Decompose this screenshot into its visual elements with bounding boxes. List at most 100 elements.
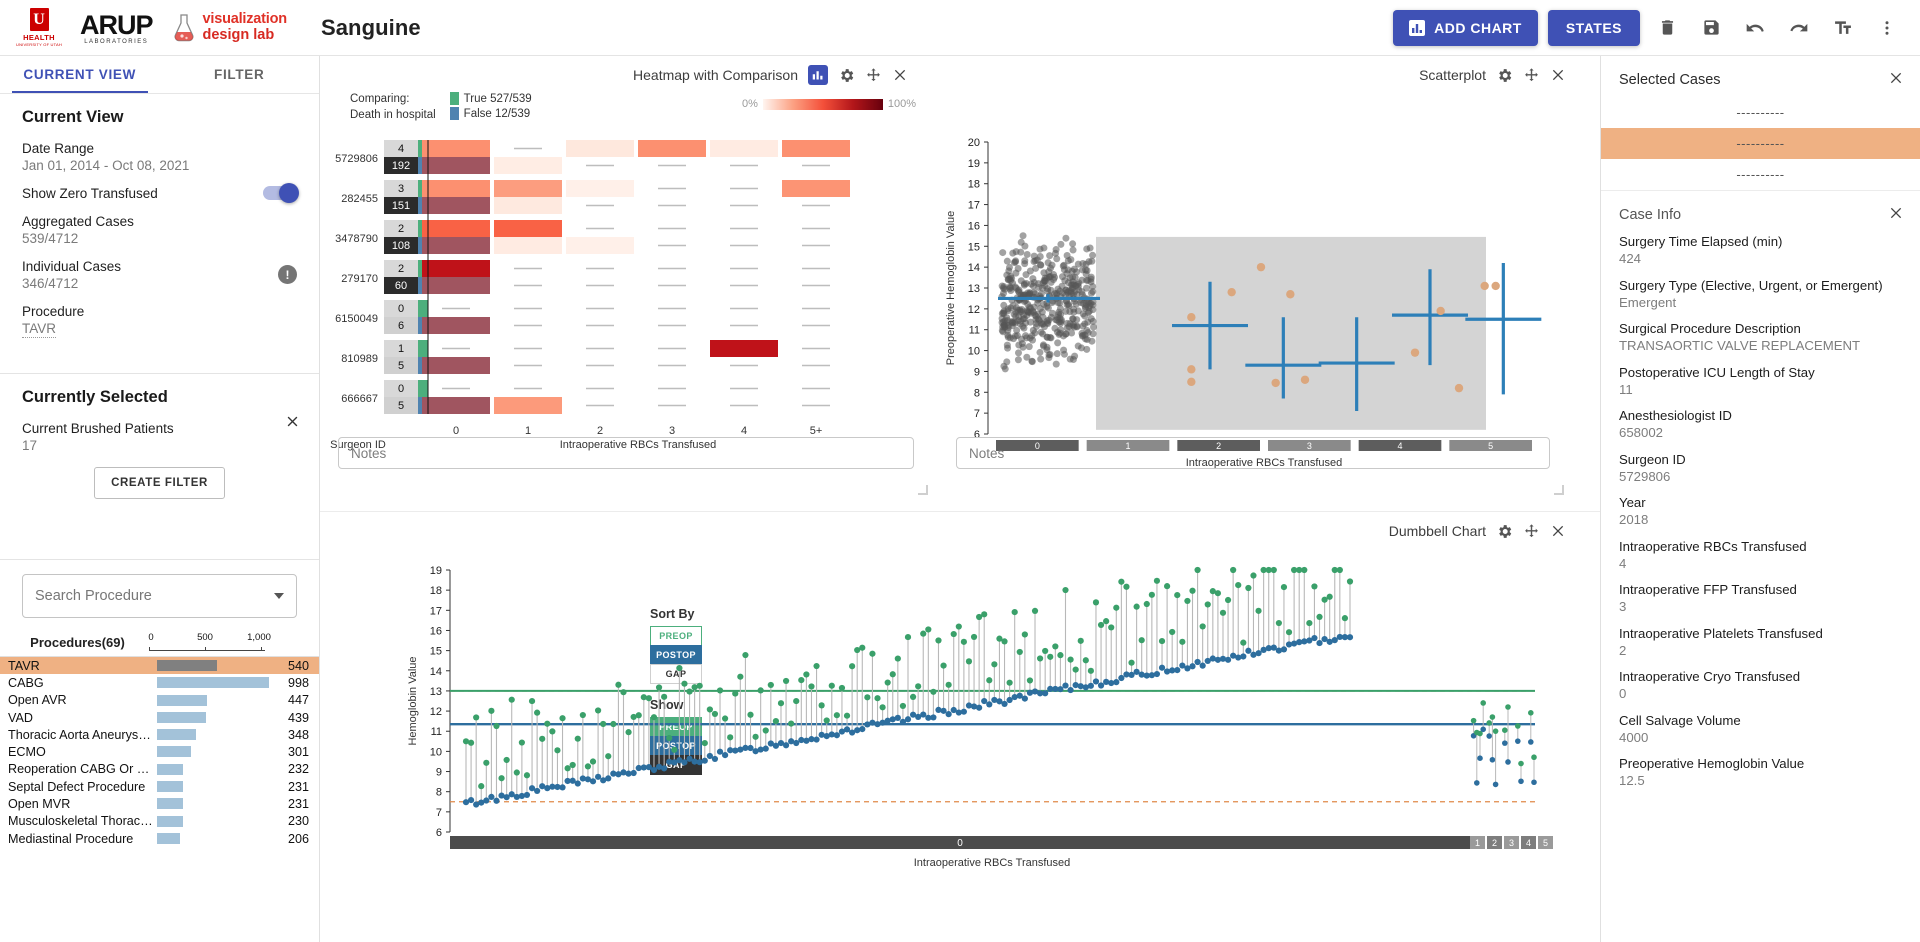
procedure-row[interactable]: Septal Defect Procedure 231 bbox=[0, 778, 319, 795]
heatmap-close-icon[interactable] bbox=[892, 67, 908, 83]
tab-filter[interactable]: FILTER bbox=[160, 56, 320, 93]
date-range-value: Jan 01, 2014 - Oct 08, 2021 bbox=[22, 158, 190, 173]
procedure-row[interactable]: ECMO 301 bbox=[0, 743, 319, 760]
procedure-row[interactable]: Musculoskeletal Thoracic Pro... 230 bbox=[0, 813, 319, 830]
redo-icon[interactable] bbox=[1782, 11, 1816, 45]
procedure-bar-cell bbox=[155, 830, 275, 847]
selected-cases-close-icon[interactable] bbox=[1888, 70, 1904, 89]
scatterplot-svg[interactable]: 201918171615141312111098760 1 2 3 4 5Intraope… bbox=[940, 134, 1560, 474]
topbar-actions: ADD CHART STATES bbox=[1393, 9, 1904, 46]
scatterplot-close-icon[interactable] bbox=[1550, 67, 1566, 83]
case-info-value: 2 bbox=[1619, 642, 1627, 658]
case-info-value: 4000 bbox=[1619, 729, 1649, 745]
svg-text:14: 14 bbox=[968, 262, 980, 274]
procedure-value: 348 bbox=[287, 727, 309, 742]
procedure-bar bbox=[157, 711, 207, 723]
show-zero-transfused-row: Show Zero Transfused bbox=[22, 183, 299, 203]
procedure-name: VAD bbox=[8, 710, 33, 725]
svg-text:151: 151 bbox=[392, 200, 410, 212]
scatterplot-resize-handle[interactable] bbox=[1554, 485, 1564, 495]
heatmap-chart-type-icon[interactable] bbox=[808, 65, 828, 85]
procedure-row[interactable]: VAD 439 bbox=[0, 709, 319, 726]
svg-text:12: 12 bbox=[968, 304, 980, 316]
heatmap-notes-placeholder: Notes bbox=[351, 445, 387, 461]
procedure-value[interactable]: TAVR bbox=[22, 321, 57, 338]
create-filter-button[interactable]: CREATE FILTER bbox=[94, 467, 225, 499]
procedure-row[interactable]: TAVR 540 bbox=[0, 657, 319, 675]
procedure-value: 447 bbox=[287, 693, 309, 708]
dumbbell-settings-gear-icon[interactable] bbox=[1496, 523, 1513, 540]
procedure-bar-cell bbox=[155, 743, 275, 760]
svg-text:Preoperative Hemoglobin Value: Preoperative Hemoglobin Value bbox=[945, 211, 957, 366]
procedure-row[interactable]: Mediastinal Procedure 206 bbox=[0, 830, 319, 847]
procedure-name: Mediastinal Procedure bbox=[8, 831, 134, 846]
case-info-key: Cell Salvage Volume bbox=[1619, 712, 1741, 728]
svg-text:2: 2 bbox=[1492, 838, 1497, 848]
heatmap-svg[interactable]: 4192572980631512824552108347879026027917… bbox=[320, 134, 940, 474]
procedure-value: 231 bbox=[287, 779, 309, 794]
aggregated-cases-row: Aggregated Cases 539/4712 bbox=[22, 214, 297, 246]
info-icon[interactable]: ! bbox=[278, 265, 297, 284]
procedure-value: 540 bbox=[287, 658, 309, 673]
selected-case-item[interactable]: ---------- bbox=[1601, 159, 1920, 190]
heatmap-notes-input[interactable]: Notes bbox=[338, 437, 914, 469]
show-zero-transfused-toggle[interactable] bbox=[263, 183, 299, 203]
dumbbell-close-icon[interactable] bbox=[1550, 523, 1566, 539]
sidebar-tabs: CURRENT VIEW FILTER bbox=[0, 56, 319, 94]
clear-selection-icon[interactable] bbox=[281, 410, 303, 432]
more-vert-icon[interactable] bbox=[1870, 11, 1904, 45]
search-procedure-placeholder: Search Procedure bbox=[35, 588, 152, 604]
selected-cases-list[interactable]: ---------- ---------- ---------- bbox=[1601, 97, 1920, 190]
heatmap-resize-handle[interactable] bbox=[918, 485, 928, 495]
create-filter-wrap: CREATE FILTER bbox=[22, 467, 297, 499]
heatmap-settings-gear-icon[interactable] bbox=[838, 67, 855, 84]
dumbbell-move-icon[interactable] bbox=[1523, 523, 1540, 540]
axis-line bbox=[149, 650, 265, 651]
undo-icon[interactable] bbox=[1738, 11, 1772, 45]
tab-current-view[interactable]: CURRENT VIEW bbox=[0, 56, 160, 93]
case-info-close-icon[interactable] bbox=[1888, 205, 1904, 224]
states-button[interactable]: STATES bbox=[1547, 9, 1640, 46]
current-view-section: Current View Date Range Jan 01, 2014 - O… bbox=[0, 94, 319, 363]
procedure-bar bbox=[157, 694, 208, 706]
trash-icon[interactable] bbox=[1650, 11, 1684, 45]
heatmap-move-icon[interactable] bbox=[865, 67, 882, 84]
case-info-value: 2018 bbox=[1619, 512, 1649, 527]
procedures-list[interactable]: TAVR 540 CABG 998 Open AVR 447 VAD 439 Thoracic … bbox=[0, 657, 319, 942]
svg-text:6: 6 bbox=[436, 827, 442, 839]
search-procedure-wrap: Search Procedure bbox=[0, 559, 319, 628]
individual-cases-label: Individual Cases bbox=[22, 259, 122, 274]
procedure-row[interactable]: Open MVR 231 bbox=[0, 795, 319, 812]
case-info-key: Preoperative Hemoglobin Value bbox=[1619, 756, 1805, 771]
procedure-bar-cell bbox=[155, 795, 275, 812]
save-icon[interactable] bbox=[1694, 11, 1728, 45]
search-procedure-input[interactable]: Search Procedure bbox=[22, 574, 297, 618]
color-gradient bbox=[762, 98, 883, 110]
svg-text:3: 3 bbox=[398, 183, 404, 195]
procedure-name: CABG bbox=[8, 675, 44, 690]
scatterplot-move-icon[interactable] bbox=[1523, 67, 1540, 84]
text-size-icon[interactable] bbox=[1826, 11, 1860, 45]
svg-text:0: 0 bbox=[453, 425, 459, 437]
svg-text:17: 17 bbox=[968, 200, 980, 212]
case-info-item: Preoperative Hemoglobin Value 12.5 bbox=[1619, 756, 1902, 788]
selected-case-item[interactable]: ---------- bbox=[1601, 128, 1920, 159]
scatterplot-notes-input[interactable]: Notes bbox=[956, 437, 1550, 469]
procedure-row[interactable]: Open AVR 447 bbox=[0, 692, 319, 709]
procedure-row[interactable]: CABG 998 bbox=[0, 674, 319, 691]
scatterplot-notes-placeholder: Notes bbox=[969, 445, 1005, 461]
procedure-label: Procedure bbox=[22, 304, 85, 319]
procedure-bar bbox=[157, 677, 269, 689]
procedure-row[interactable]: Thoracic Aorta Aneurysm Pro... 348 bbox=[0, 726, 319, 743]
chevron-down-icon[interactable] bbox=[274, 593, 284, 599]
svg-text:4: 4 bbox=[398, 143, 404, 155]
add-chart-button[interactable]: ADD CHART bbox=[1393, 9, 1538, 46]
selected-case-item[interactable]: ---------- bbox=[1601, 97, 1920, 128]
dumbbell-svg[interactable]: 1918171615141312111098760 1 2 3 4 5Intraopera… bbox=[320, 542, 1600, 912]
svg-text:1: 1 bbox=[1475, 838, 1480, 848]
svg-text:5: 5 bbox=[398, 360, 404, 372]
svg-text:108: 108 bbox=[392, 240, 410, 252]
procedure-bar-cell bbox=[155, 778, 275, 795]
procedure-row[interactable]: Reoperation CABG Or Valve Pr... 232 bbox=[0, 761, 319, 778]
scatterplot-settings-gear-icon[interactable] bbox=[1496, 67, 1513, 84]
